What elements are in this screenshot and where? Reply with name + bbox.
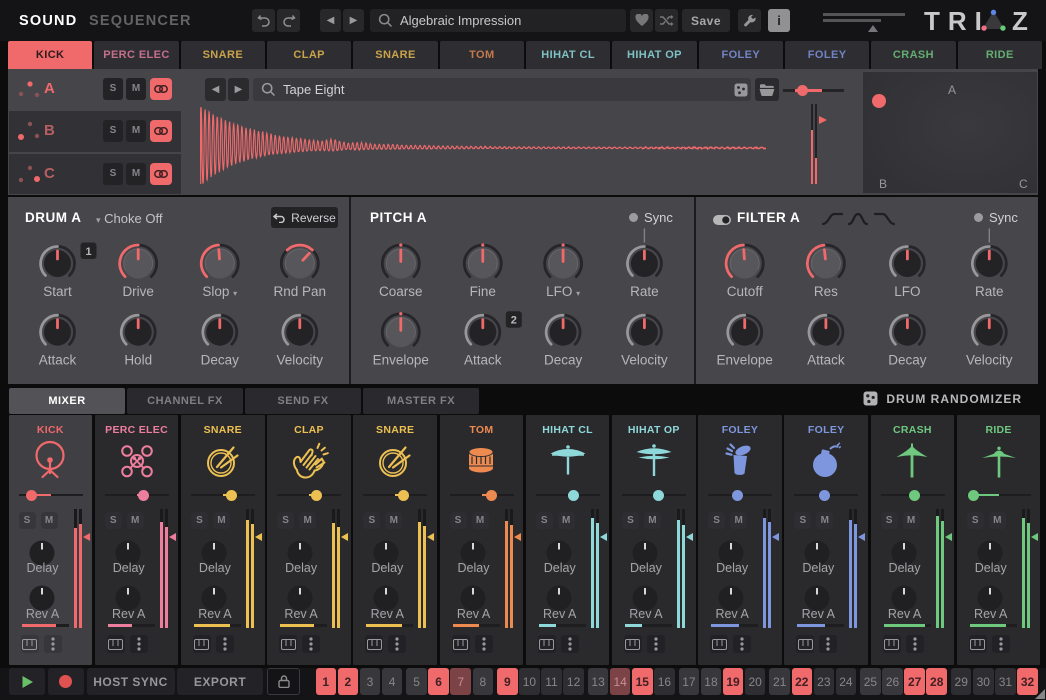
svg-text:LFO ▾: LFO ▾ [546,284,580,299]
svg-text:Attack: Attack [464,353,502,368]
svg-text:Start: Start [43,284,72,299]
svg-text:Res: Res [814,284,838,299]
svg-text:Attack: Attack [807,353,845,368]
svg-text:Fine: Fine [470,284,496,299]
svg-text:Rate: Rate [975,284,1004,299]
svg-text:Decay: Decay [201,353,240,368]
svg-text:Decay: Decay [888,353,927,368]
svg-text:Envelope: Envelope [717,353,773,368]
svg-text:Hold: Hold [124,353,152,368]
svg-text:Attack: Attack [39,353,77,368]
svg-text:Drive: Drive [122,284,154,299]
svg-text:Velocity: Velocity [277,353,324,368]
svg-text:Envelope: Envelope [373,353,429,368]
svg-text:Velocity: Velocity [966,353,1013,368]
svg-text:Coarse: Coarse [379,284,423,299]
svg-text:Rate: Rate [630,284,659,299]
svg-text:Rnd Pan: Rnd Pan [274,284,327,299]
svg-text:1: 1 [85,246,91,258]
svg-text:Decay: Decay [544,353,583,368]
svg-text:2: 2 [511,315,517,327]
svg-text:Slop ▾: Slop ▾ [202,284,237,299]
svg-text:Velocity: Velocity [621,353,668,368]
svg-text:Cutoff: Cutoff [727,284,763,299]
svg-text:LFO: LFO [894,284,920,299]
